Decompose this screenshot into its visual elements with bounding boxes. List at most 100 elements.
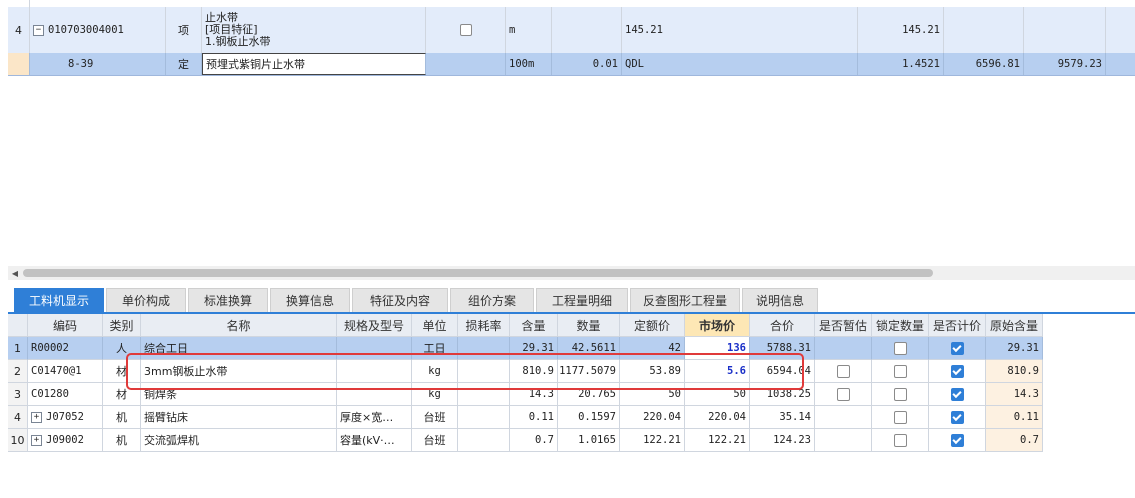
quota-name-editor[interactable]: 预埋式紫铜片止水带 (202, 53, 426, 75)
row-loss[interactable] (458, 406, 510, 429)
row-content[interactable]: 14.3 (510, 383, 558, 406)
quota-expression[interactable]: QDL (622, 53, 858, 75)
row-code[interactable]: C01470@1 (28, 360, 103, 383)
header-content[interactable]: 含量 (510, 314, 558, 337)
tab-labor-material-machine[interactable]: 工料机显示 (14, 288, 104, 312)
header-is-estimated[interactable]: 是否暂估 (815, 314, 872, 337)
row-priced-cell[interactable] (929, 360, 986, 383)
lock-quantity-checkbox[interactable] (893, 410, 907, 424)
header-base-price[interactable]: 定额价 (620, 314, 685, 337)
header-code[interactable]: 编码 (28, 314, 103, 337)
quota-row-selected[interactable]: 8-39 定 预埋式紫铜片止水带 100m 0.01 QDL 1.4521 65… (8, 53, 1135, 76)
header-original-content[interactable]: 原始含量 (986, 314, 1043, 337)
row-estimated-cell[interactable] (815, 360, 872, 383)
row-lock-cell[interactable] (872, 360, 929, 383)
tab-reverse-lookup-graphic[interactable]: 反查图形工程量 (630, 288, 740, 312)
priced-checkbox[interactable] (950, 387, 964, 401)
row-name[interactable]: 铜焊条 (141, 383, 337, 406)
header-name[interactable]: 名称 (141, 314, 337, 337)
row-code-cell[interactable]: + J09002 (28, 429, 103, 452)
row-priced-cell[interactable] (929, 406, 986, 429)
row-quantity[interactable]: 42.5611 (558, 337, 620, 360)
priced-checkbox[interactable] (950, 341, 964, 355)
row-lock-cell[interactable] (872, 429, 929, 452)
priced-checkbox[interactable] (950, 364, 964, 378)
row-priced-cell[interactable] (929, 383, 986, 406)
expand-icon[interactable]: + (31, 434, 42, 446)
header-lock-quantity[interactable]: 锁定数量 (872, 314, 929, 337)
row-content[interactable]: 0.11 (510, 406, 558, 429)
estimated-checkbox[interactable] (836, 387, 850, 401)
header-loss-rate[interactable]: 损耗率 (458, 314, 510, 337)
header-spec[interactable]: 规格及型号 (337, 314, 412, 337)
table-row[interactable]: 1 R00002 人 综合工日 工日 29.31 42.5611 42 136 … (8, 337, 1043, 360)
horizontal-scrollbar[interactable]: ◀ (8, 266, 1135, 280)
row-quantity[interactable]: 1177.5079 (558, 360, 620, 383)
scrollbar-thumb[interactable] (23, 269, 933, 277)
header-market-price[interactable]: 市场价 (685, 314, 750, 337)
row-priced-cell[interactable] (929, 337, 986, 360)
row-quantity[interactable]: 0.1597 (558, 406, 620, 429)
bill-expression[interactable]: 145.21 (622, 7, 858, 53)
table-row[interactable]: 2 C01470@1 材 3mm钢板止水带 kg 810.9 1177.5079… (8, 360, 1043, 383)
row-loss[interactable] (458, 360, 510, 383)
header-category[interactable]: 类别 (103, 314, 141, 337)
priced-checkbox[interactable] (950, 433, 964, 447)
table-row[interactable]: 10 + J09002 机 交流弧焊机 容量(kV·… 台班 0.7 1.016… (8, 429, 1043, 452)
row-lock-cell[interactable] (872, 406, 929, 429)
bill-checkbox[interactable] (459, 24, 472, 36)
row-quantity[interactable]: 1.0165 (558, 429, 620, 452)
row-loss[interactable] (458, 383, 510, 406)
header-quantity[interactable]: 数量 (558, 314, 620, 337)
row-priced-cell[interactable] (929, 429, 986, 452)
lock-quantity-checkbox[interactable] (893, 387, 907, 401)
row-lock-cell[interactable] (872, 337, 929, 360)
row-loss[interactable] (458, 429, 510, 452)
row-code-cell[interactable]: + J07052 (28, 406, 103, 429)
row-spec[interactable]: 厚度×宽… (337, 406, 412, 429)
priced-checkbox[interactable] (950, 410, 964, 424)
row-market-price[interactable]: 220.04 (685, 406, 750, 429)
expand-icon[interactable]: + (31, 411, 42, 423)
row-estimated-cell[interactable] (815, 383, 872, 406)
table-row[interactable]: 4 + J07052 机 摇臂钻床 厚度×宽… 台班 0.11 0.1597 2… (8, 406, 1043, 429)
row-name[interactable]: 综合工日 (141, 337, 337, 360)
quota-code[interactable]: 8-39 (30, 53, 166, 75)
row-name[interactable]: 摇臂钻床 (141, 406, 337, 429)
tab-pricing-scheme[interactable]: 组价方案 (450, 288, 534, 312)
row-content[interactable]: 29.31 (510, 337, 558, 360)
row-name[interactable]: 交流弧焊机 (141, 429, 337, 452)
row-market-price[interactable]: 122.21 (685, 429, 750, 452)
row-spec[interactable]: 容量(kV·… (337, 429, 412, 452)
row-spec[interactable] (337, 360, 412, 383)
tab-unit-price-composition[interactable]: 单价构成 (106, 288, 186, 312)
bill-name-cell[interactable]: 止水带 [项目特征] 1.钢板止水带 (202, 7, 426, 53)
lock-quantity-checkbox[interactable] (893, 433, 907, 447)
row-market-price[interactable]: 5.6 (685, 360, 750, 383)
row-code[interactable]: C01280 (28, 383, 103, 406)
row-loss[interactable] (458, 337, 510, 360)
collapse-icon[interactable]: − (33, 24, 44, 36)
estimated-checkbox[interactable] (836, 364, 850, 378)
bill-item-row[interactable]: 4 − 010703004001 项 止水带 [项目特征] 1.钢板止水带 m … (8, 7, 1135, 54)
tab-features-content[interactable]: 特征及内容 (352, 288, 448, 312)
row-market-price[interactable]: 136 (685, 337, 750, 360)
lock-quantity-checkbox[interactable] (893, 364, 907, 378)
header-total-price[interactable]: 合价 (750, 314, 815, 337)
tab-description[interactable]: 说明信息 (742, 288, 818, 312)
tab-standard-conversion[interactable]: 标准换算 (188, 288, 268, 312)
row-market-price[interactable]: 50 (685, 383, 750, 406)
header-is-priced[interactable]: 是否计价 (929, 314, 986, 337)
row-spec[interactable] (337, 383, 412, 406)
row-quantity[interactable]: 20.765 (558, 383, 620, 406)
row-content[interactable]: 810.9 (510, 360, 558, 383)
row-content[interactable]: 0.7 (510, 429, 558, 452)
tab-conversion-info[interactable]: 换算信息 (270, 288, 350, 312)
scroll-left-icon[interactable]: ◀ (8, 266, 22, 280)
bill-checkbox-cell[interactable] (426, 7, 506, 53)
tab-quantity-details[interactable]: 工程量明细 (536, 288, 628, 312)
row-lock-cell[interactable] (872, 383, 929, 406)
bill-code-cell[interactable]: − 010703004001 (30, 7, 166, 53)
row-spec[interactable] (337, 337, 412, 360)
row-code[interactable]: R00002 (28, 337, 103, 360)
